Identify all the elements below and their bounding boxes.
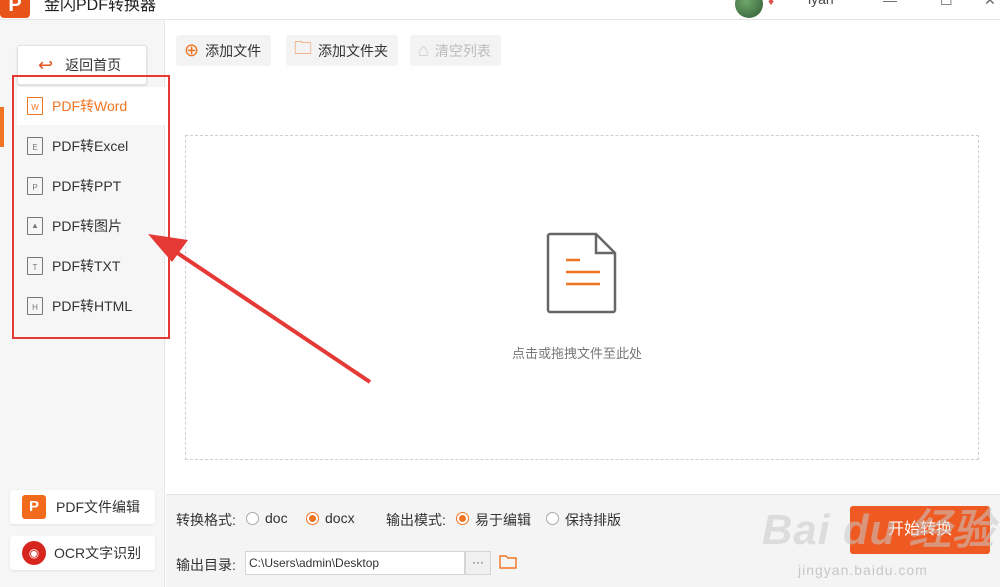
menu-item-label: PDF转Word bbox=[52, 98, 128, 114]
output-dir-input[interactable]: C:\Users\admin\Desktop bbox=[245, 551, 465, 575]
menu-item-label: PDF转PPT bbox=[52, 178, 122, 194]
app-title: 金闪PDF转换器 bbox=[44, 0, 157, 14]
menu-item-label: PDF转图片 bbox=[52, 218, 122, 234]
menu-item-pdf-to-excel[interactable]: E PDF转Excel bbox=[17, 127, 167, 165]
output-dir-label: 输出目录: bbox=[176, 557, 236, 573]
radio-doc-label[interactable]: doc bbox=[265, 510, 288, 526]
mode-label: 输出模式: bbox=[386, 512, 446, 528]
close-icon[interactable]: ✕ bbox=[984, 0, 996, 9]
add-file-button[interactable]: ⊕ 添加文件 bbox=[176, 35, 272, 66]
radio-keep-layout-label[interactable]: 保持排版 bbox=[565, 510, 621, 530]
excel-file-icon: E bbox=[27, 137, 43, 155]
username[interactable]: lyan bbox=[808, 0, 834, 7]
plus-circle-icon: ⊕ bbox=[184, 40, 200, 60]
add-folder-label: 添加文件夹 bbox=[318, 42, 388, 59]
menu-item-pdf-to-txt[interactable]: T PDF转TXT bbox=[17, 247, 167, 285]
title-bar: P 金闪PDF转换器 ♦ lyan — ☐ ✕ bbox=[0, 0, 1000, 20]
radio-docx-label[interactable]: docx bbox=[325, 510, 355, 526]
word-file-icon: W bbox=[27, 97, 43, 115]
menu-item-pdf-to-html[interactable]: H PDF转HTML bbox=[17, 287, 167, 325]
radio-keep-layout[interactable] bbox=[546, 512, 559, 525]
menu-item-label: PDF转TXT bbox=[52, 258, 121, 274]
menu-item-pdf-to-image[interactable]: ▲ PDF转图片 bbox=[17, 207, 167, 245]
format-label: 转换格式: bbox=[176, 512, 236, 528]
radio-easy-edit[interactable] bbox=[456, 512, 469, 525]
baidu-watermark-url: jingyan.baidu.com bbox=[798, 562, 928, 578]
active-indicator bbox=[0, 107, 4, 147]
add-folder-button[interactable]: 🗀 添加文件夹 bbox=[286, 35, 398, 66]
drop-hint-text: 点击或拖拽文件至此处 bbox=[512, 346, 643, 361]
radio-docx[interactable] bbox=[306, 512, 319, 525]
app-logo: P bbox=[0, 0, 30, 18]
pdf-editor-button[interactable]: P PDF文件编辑 bbox=[10, 490, 155, 524]
document-icon bbox=[546, 232, 617, 314]
conversion-menu-highlight: W PDF转Word E PDF转Excel P PDF转PPT ▲ PDF转图… bbox=[12, 75, 170, 339]
back-arrow-icon: ↩ bbox=[38, 54, 54, 75]
baidu-watermark: Bai du 经验 bbox=[762, 506, 996, 553]
ocr-label: OCR文字识别 bbox=[54, 545, 142, 561]
clear-list-button[interactable]: ⌂ 清空列表 bbox=[410, 35, 501, 66]
ppt-file-icon: P bbox=[27, 177, 43, 195]
clear-list-label: 清空列表 bbox=[434, 42, 491, 59]
html-file-icon: H bbox=[27, 297, 43, 315]
broom-icon: ⌂ bbox=[418, 40, 429, 60]
ocr-button[interactable]: ◉ OCR文字识别 bbox=[10, 536, 155, 570]
menu-item-label: PDF转Excel bbox=[52, 138, 129, 154]
minimize-icon[interactable]: — bbox=[883, 0, 897, 8]
radio-easy-edit-label[interactable]: 易于编辑 bbox=[475, 510, 531, 530]
folder-icon: 🗀 bbox=[294, 37, 312, 58]
maximize-icon[interactable]: ☐ bbox=[940, 0, 953, 9]
ocr-eye-icon: ◉ bbox=[22, 541, 46, 565]
radio-doc[interactable] bbox=[246, 512, 259, 525]
txt-file-icon: T bbox=[27, 257, 43, 275]
pdf-editor-icon: P bbox=[22, 495, 46, 519]
add-file-label: 添加文件 bbox=[205, 42, 262, 59]
open-folder-icon[interactable] bbox=[499, 553, 517, 569]
browse-button[interactable]: ··· bbox=[465, 551, 491, 575]
menu-item-label: PDF转HTML bbox=[52, 298, 133, 314]
image-file-icon: ▲ bbox=[27, 217, 43, 235]
pdf-editor-label: PDF文件编辑 bbox=[56, 499, 140, 515]
vip-icon[interactable]: ♦ bbox=[768, 0, 774, 8]
menu-item-pdf-to-ppt[interactable]: P PDF转PPT bbox=[17, 167, 167, 205]
back-home-label: 返回首页 bbox=[65, 57, 122, 73]
user-avatar[interactable] bbox=[735, 0, 763, 18]
menu-item-pdf-to-word[interactable]: W PDF转Word bbox=[17, 87, 167, 125]
